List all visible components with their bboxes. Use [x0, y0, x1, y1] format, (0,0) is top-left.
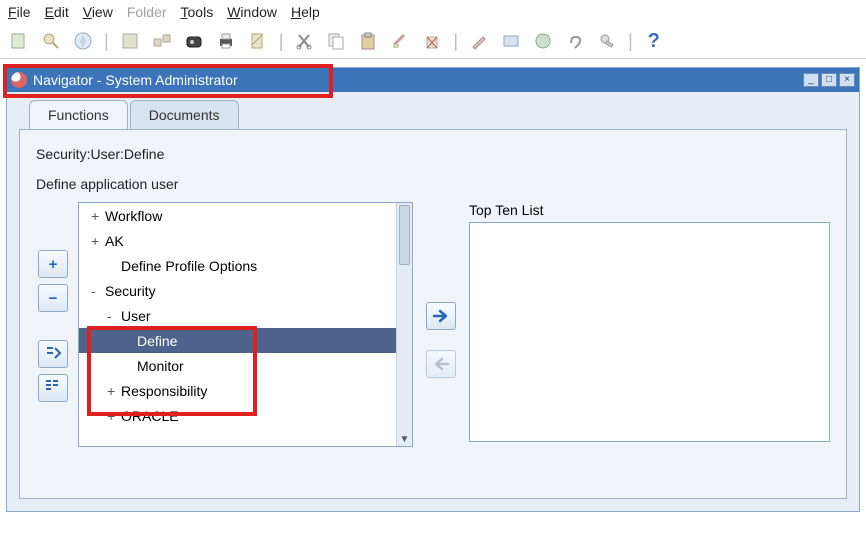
tb-copy-icon[interactable]: [323, 28, 349, 54]
tree-item-workflow[interactable]: +Workflow: [79, 203, 412, 228]
tb-step-icon[interactable]: [149, 28, 175, 54]
app-icon: [11, 72, 27, 88]
toolbar-separator: |: [102, 31, 111, 52]
tb-delete-icon[interactable]: [419, 28, 445, 54]
scroll-down-icon[interactable]: ▼: [397, 432, 412, 446]
tb-edit-icon[interactable]: [466, 28, 492, 54]
menu-file[interactable]: File: [8, 4, 31, 20]
toolbar-separator: |: [451, 31, 460, 52]
tree-item-responsibility[interactable]: +Responsibility: [79, 378, 412, 403]
add-to-list-button[interactable]: [426, 302, 456, 330]
toolbar-separator: |: [277, 31, 286, 52]
navigator-window: Navigator - System Administrator _ □ × F…: [6, 67, 860, 512]
tree-item-ak[interactable]: +AK: [79, 228, 412, 253]
tree-item-oracle[interactable]: +ORACLE: [79, 403, 412, 428]
tb-cut-icon[interactable]: [291, 28, 317, 54]
tb-save-icon[interactable]: [117, 28, 143, 54]
tree-item-define[interactable]: Define: [79, 328, 412, 353]
tb-switch-icon[interactable]: [181, 28, 207, 54]
scroll-thumb[interactable]: [399, 205, 410, 265]
menu-folder: Folder: [127, 4, 167, 20]
menu-tools[interactable]: Tools: [181, 4, 214, 20]
tb-nav-icon[interactable]: [70, 28, 96, 54]
tb-paste-icon[interactable]: [355, 28, 381, 54]
expand-all-button[interactable]: [38, 374, 68, 402]
tb-attach-globe-icon[interactable]: [530, 28, 556, 54]
top-ten-label: Top Ten List: [469, 202, 830, 218]
collapse-button[interactable]: −: [38, 284, 68, 312]
tb-help-icon[interactable]: ?: [641, 28, 667, 54]
function-tree[interactable]: +Workflow +AK Define Profile Options -Se…: [78, 202, 413, 447]
tb-new-icon[interactable]: [6, 28, 32, 54]
menu-bar: File Edit View Folder Tools Window Help: [0, 0, 866, 24]
remove-from-list-button[interactable]: [426, 350, 456, 378]
tree-button-column: + −: [36, 202, 70, 447]
expand-branch-button[interactable]: [38, 340, 68, 368]
tb-find-icon[interactable]: [38, 28, 64, 54]
toolbar: | | | | ?: [0, 24, 866, 59]
menu-help[interactable]: Help: [291, 4, 320, 20]
expand-button[interactable]: +: [38, 250, 68, 278]
minimize-button[interactable]: _: [803, 73, 819, 87]
nav-path: Security:User:Define: [36, 146, 830, 162]
tb-attachment-icon[interactable]: [562, 28, 588, 54]
tab-documents[interactable]: Documents: [130, 100, 239, 129]
menu-view[interactable]: View: [83, 4, 113, 20]
tb-print-icon[interactable]: [213, 28, 239, 54]
menu-edit[interactable]: Edit: [45, 4, 69, 20]
window-titlebar[interactable]: Navigator - System Administrator _ □ ×: [7, 68, 859, 92]
tree-item-security[interactable]: -Security: [79, 278, 412, 303]
tab-strip: Functions Documents: [29, 100, 847, 129]
tb-close-icon[interactable]: [245, 28, 271, 54]
tree-scrollbar[interactable]: ▲ ▼: [396, 203, 412, 446]
nav-description: Define application user: [36, 176, 830, 192]
tree-item-user[interactable]: -User: [79, 303, 412, 328]
tb-tools-icon[interactable]: [594, 28, 620, 54]
tree-item-define-profile-options[interactable]: Define Profile Options: [79, 253, 412, 278]
tab-functions[interactable]: Functions: [29, 100, 128, 129]
transfer-buttons: [421, 202, 461, 447]
window-title: Navigator - System Administrator: [33, 72, 238, 88]
tree-item-monitor[interactable]: Monitor: [79, 353, 412, 378]
menu-window[interactable]: Window: [227, 4, 277, 20]
maximize-button[interactable]: □: [821, 73, 837, 87]
toolbar-separator: |: [626, 31, 635, 52]
tb-clear-icon[interactable]: [387, 28, 413, 54]
tb-translate-icon[interactable]: [498, 28, 524, 54]
top-ten-list[interactable]: [469, 222, 830, 442]
close-button[interactable]: ×: [839, 73, 855, 87]
